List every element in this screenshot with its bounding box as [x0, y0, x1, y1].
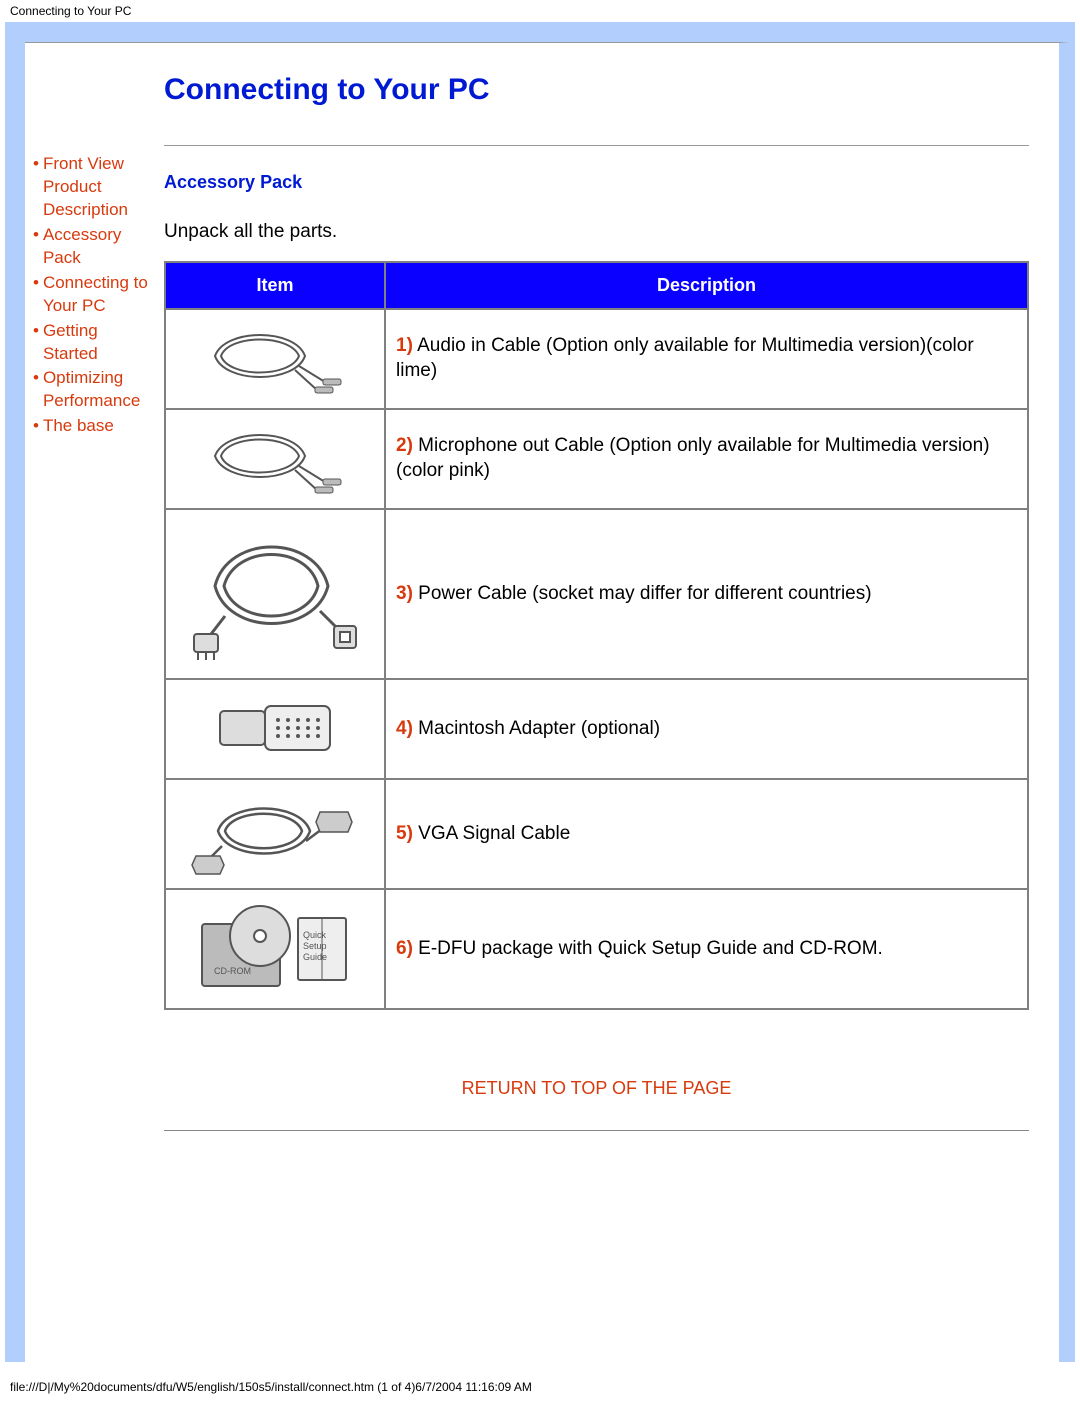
bullet-icon: • — [33, 320, 39, 366]
item-desc: Macintosh Adapter (optional) — [413, 718, 660, 739]
sidebar-item-connecting[interactable]: • Connecting to Your PC — [33, 272, 150, 318]
sidebar-link[interactable]: Front View Product Description — [43, 153, 150, 222]
sidebar-link[interactable]: Getting Started — [43, 320, 150, 366]
bottom-divider — [164, 1130, 1029, 1131]
power-cable-icon — [190, 516, 360, 672]
bullet-icon: • — [33, 367, 39, 413]
divider — [164, 145, 1029, 146]
sidebar-item-the-base[interactable]: • The base — [33, 415, 150, 438]
sidebar-item-accessory-pack[interactable]: • Accessory Pack — [33, 224, 150, 270]
sidebar-link[interactable]: Connecting to Your PC — [43, 272, 150, 318]
item-desc-cell: 6) E-DFU package with Quick Setup Guide … — [385, 889, 1028, 1009]
item-number: 4) — [396, 718, 413, 739]
bullet-icon: • — [33, 415, 39, 438]
item-number: 5) — [396, 823, 413, 844]
header-description: Description — [385, 262, 1028, 309]
mac-adapter-icon — [200, 686, 350, 772]
item-desc: Audio in Cable (Option only available fo… — [396, 335, 974, 381]
item-image-cell — [165, 409, 385, 509]
svg-text:CD-ROM: CD-ROM — [214, 966, 251, 976]
table-row: 2) Microphone out Cable (Option only ava… — [165, 409, 1028, 509]
outer-frame: • Front View Product Description • Acces… — [5, 22, 1075, 1362]
table-row: 3) Power Cable (socket may differ for di… — [165, 509, 1028, 679]
item-desc: VGA Signal Cable — [413, 823, 570, 844]
bullet-icon: • — [33, 272, 39, 318]
item-image-cell: CD-ROM Quick Setup Guide — [165, 889, 385, 1009]
bullet-icon: • — [33, 153, 39, 222]
return-link-text[interactable]: RETURN TO TOP OF THE PAGE — [462, 1078, 732, 1098]
main-content: Connecting to Your PC Accessory Pack Unp… — [150, 43, 1059, 1362]
bullet-icon: • — [33, 224, 39, 270]
microphone-cable-icon — [195, 416, 355, 502]
audio-cable-icon — [195, 316, 355, 402]
sidebar-item-optimizing[interactable]: • Optimizing Performance — [33, 367, 150, 413]
item-desc: E-DFU package with Quick Setup Guide and… — [413, 938, 883, 959]
page-body: • Front View Product Description • Acces… — [25, 42, 1069, 1362]
sidebar-item-getting-started[interactable]: • Getting Started — [33, 320, 150, 366]
item-desc-cell: 5) VGA Signal Cable — [385, 779, 1028, 889]
accessory-table: Item Description — [164, 261, 1029, 1010]
svg-text:Guide: Guide — [303, 952, 327, 962]
vga-cable-icon — [190, 786, 360, 882]
page-title: Connecting to Your PC — [164, 73, 1029, 107]
item-image-cell — [165, 779, 385, 889]
sidebar: • Front View Product Description • Acces… — [25, 43, 150, 1362]
svg-text:Setup: Setup — [303, 941, 327, 951]
edfu-package-icon: CD-ROM Quick Setup Guide — [190, 896, 360, 1002]
footer-text: file:///D|/My%20documents/dfu/W5/english… — [0, 1362, 1080, 1402]
table-header-row: Item Description — [165, 262, 1028, 309]
sidebar-link[interactable]: The base — [43, 415, 114, 438]
item-number: 2) — [396, 435, 413, 456]
item-image-cell — [165, 679, 385, 779]
sidebar-link[interactable]: Accessory Pack — [43, 224, 150, 270]
item-desc-cell: 1) Audio in Cable (Option only available… — [385, 309, 1028, 409]
item-desc: Microphone out Cable (Option only availa… — [396, 435, 990, 481]
table-row: 4) Macintosh Adapter (optional) — [165, 679, 1028, 779]
item-number: 3) — [396, 583, 413, 604]
intro-text: Unpack all the parts. — [164, 221, 1029, 243]
item-image-cell — [165, 509, 385, 679]
item-desc-cell: 2) Microphone out Cable (Option only ava… — [385, 409, 1028, 509]
item-desc-cell: 4) Macintosh Adapter (optional) — [385, 679, 1028, 779]
section-title: Accessory Pack — [164, 172, 1029, 193]
sidebar-link[interactable]: Optimizing Performance — [43, 367, 150, 413]
item-desc-cell: 3) Power Cable (socket may differ for di… — [385, 509, 1028, 679]
table-row: 1) Audio in Cable (Option only available… — [165, 309, 1028, 409]
svg-text:Quick: Quick — [303, 930, 327, 940]
sidebar-item-front-view[interactable]: • Front View Product Description — [33, 153, 150, 222]
table-row: CD-ROM Quick Setup Guide — [165, 889, 1028, 1009]
page-header-title: Connecting to Your PC — [0, 0, 1080, 22]
header-item: Item — [165, 262, 385, 309]
item-number: 1) — [396, 335, 413, 356]
return-to-top-link[interactable]: RETURN TO TOP OF THE PAGE — [164, 1078, 1029, 1100]
table-row: 5) VGA Signal Cable — [165, 779, 1028, 889]
item-desc: Power Cable (socket may differ for diffe… — [413, 583, 872, 604]
item-number: 6) — [396, 938, 413, 959]
item-image-cell — [165, 309, 385, 409]
